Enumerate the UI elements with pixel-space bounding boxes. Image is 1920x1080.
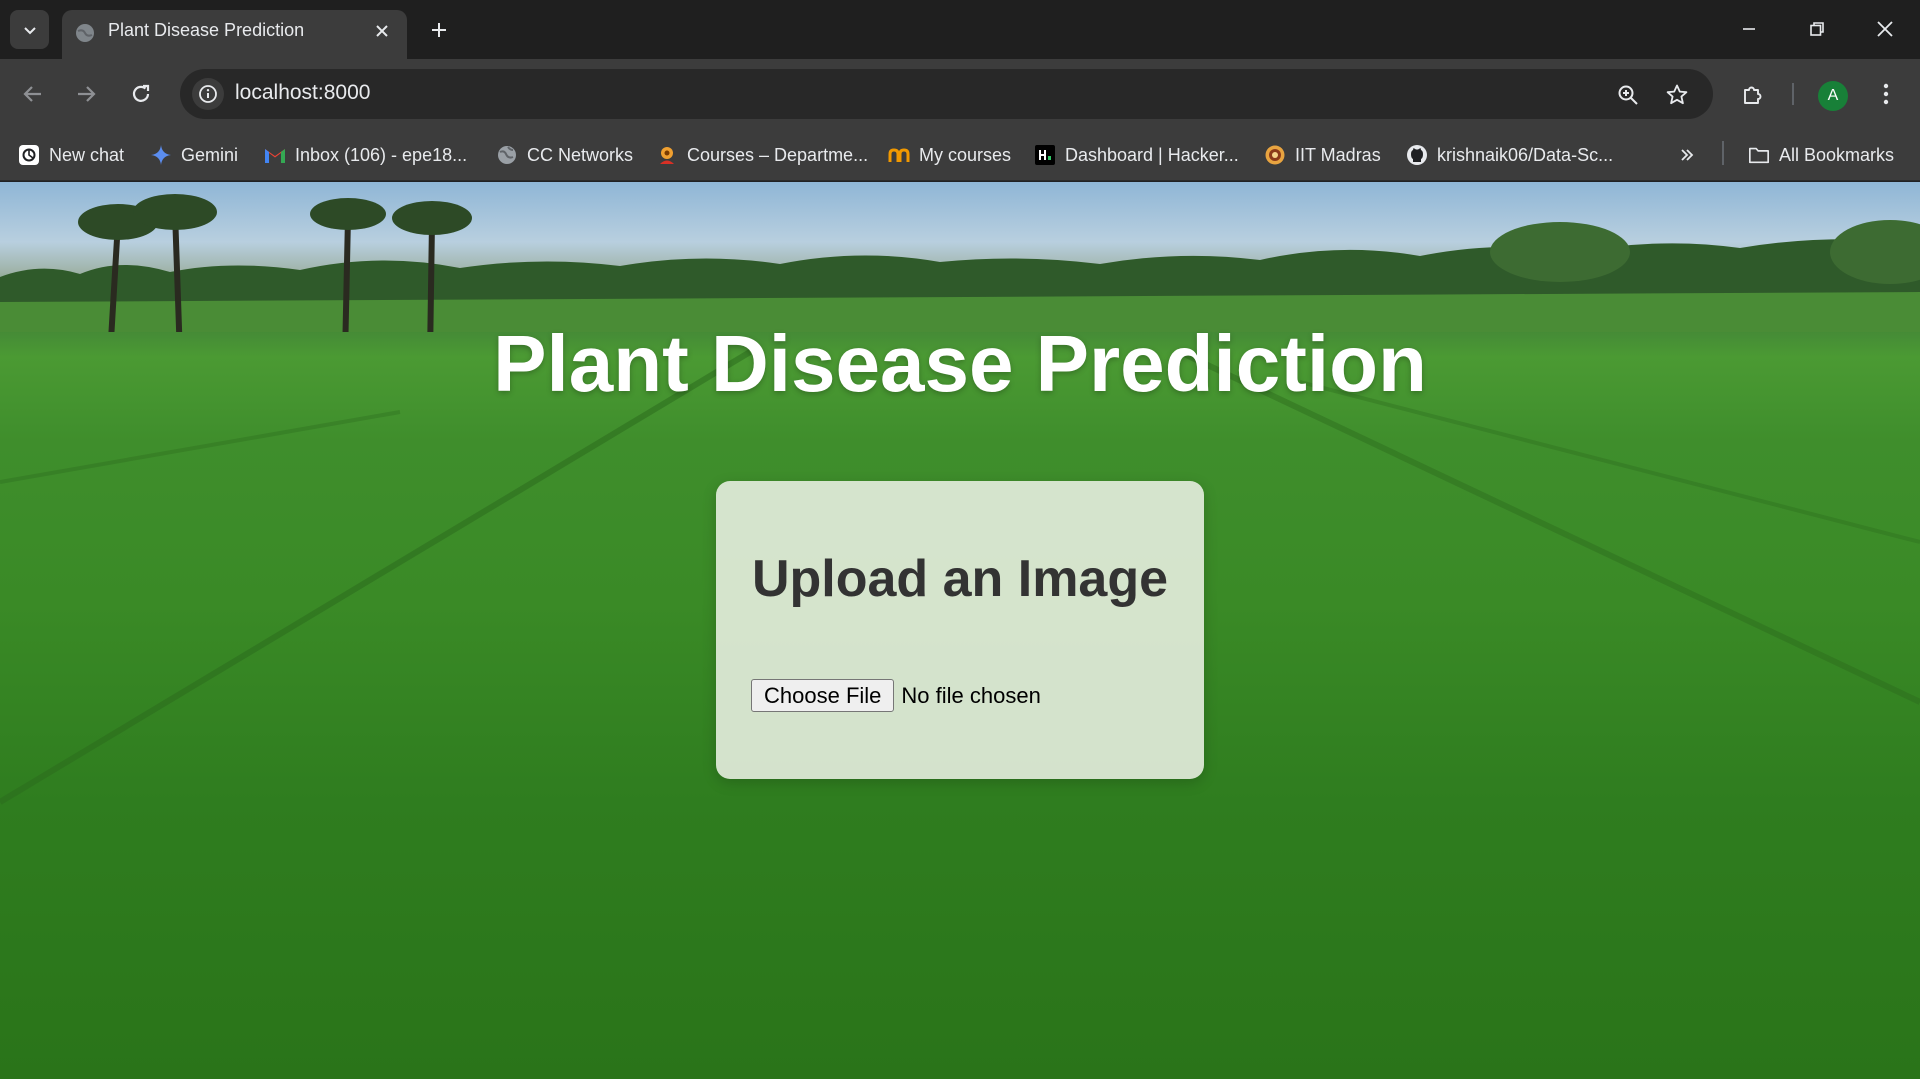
bookmark-hackerrank[interactable]: Dashboard | Hacker... [1034, 139, 1239, 171]
globe-icon [496, 144, 518, 166]
upload-card: Upload an Image Choose File No file chos… [716, 481, 1204, 779]
bookmark-label: Inbox (106) - epe18... [295, 144, 468, 165]
toolbar-divider [1792, 83, 1794, 105]
chevron-down-icon [23, 26, 36, 34]
tab-close-button[interactable] [371, 20, 393, 42]
bookmark-iit-madras[interactable]: IIT Madras [1264, 139, 1381, 171]
bookmark-label: New chat [49, 144, 125, 165]
all-bookmarks-button[interactable]: All Bookmarks [1748, 139, 1894, 171]
bookmark-my-courses[interactable]: My courses [888, 139, 1011, 171]
zoom-button[interactable] [1614, 81, 1642, 109]
file-input[interactable]: Choose File No file chosen [751, 679, 1041, 712]
bookmarks-bar: New chat Gemini Inbox (106) - epe18... C… [0, 129, 1920, 181]
plus-icon [432, 23, 446, 37]
tab-search-button[interactable] [10, 10, 49, 49]
bookmarks-divider [1722, 141, 1724, 165]
bookmark-star-button[interactable] [1663, 81, 1691, 109]
bookmark-github[interactable]: krishnaik06/Data-Sc... [1406, 139, 1613, 171]
bookmark-label: krishnaik06/Data-Sc... [1437, 144, 1614, 165]
browser-toolbar: localhost:8000 A [0, 59, 1920, 129]
bookmark-gmail-inbox[interactable]: Inbox (106) - epe18... [264, 139, 467, 171]
tab-title: Plant Disease Prediction [108, 20, 305, 40]
reload-button[interactable] [122, 75, 160, 113]
forward-button[interactable] [67, 75, 105, 113]
bookmark-label: IIT Madras [1295, 144, 1381, 165]
address-bar[interactable]: localhost:8000 [180, 69, 1713, 119]
file-status-text: No file chosen [901, 682, 1041, 708]
bookmark-label: My courses [919, 144, 1012, 165]
puzzle-icon [1744, 86, 1762, 104]
github-icon [1406, 144, 1428, 166]
tab-strip: Plant Disease Prediction [0, 0, 1920, 59]
menu-button[interactable] [1867, 75, 1905, 113]
kebab-menu-icon [1883, 83, 1889, 105]
restore-button[interactable] [1800, 12, 1834, 46]
mycourses-icon [888, 144, 910, 166]
bookmark-gemini[interactable]: Gemini [150, 139, 238, 171]
zoom-icon [1618, 85, 1638, 105]
chatgpt-icon [18, 144, 40, 166]
bookmark-label: Courses – Departme... [687, 144, 869, 165]
close-icon [1877, 21, 1893, 37]
bookmark-label: CC Networks [527, 144, 634, 165]
profile-avatar[interactable]: A [1818, 81, 1848, 111]
page-viewport: Plant Disease Prediction Upload an Image… [0, 182, 1920, 1080]
site-info-button[interactable] [192, 78, 224, 110]
folder-icon [1748, 144, 1770, 166]
iitm-icon [1264, 144, 1286, 166]
active-tab[interactable]: Plant Disease Prediction [62, 10, 407, 59]
bookmark-courses[interactable]: Courses – Departme... [656, 139, 868, 171]
bookmark-new-chat[interactable]: New chat [18, 139, 124, 171]
all-bookmarks-label: All Bookmarks [1779, 144, 1895, 165]
minimize-icon [1743, 28, 1755, 30]
star-icon [1666, 84, 1688, 105]
info-icon [199, 85, 217, 103]
new-tab-button[interactable] [424, 15, 454, 45]
hackerrank-icon [1034, 144, 1056, 166]
address-url[interactable]: localhost:8000 [235, 81, 370, 105]
close-icon [376, 25, 388, 37]
restore-icon [1810, 22, 1824, 36]
bookmarks-overflow-button[interactable] [1676, 139, 1698, 171]
extensions-button[interactable] [1734, 75, 1772, 113]
bookmark-cc-networks[interactable]: CC Networks [496, 139, 633, 171]
bookmark-label: Dashboard | Hacker... [1065, 144, 1239, 165]
gmail-icon [264, 144, 286, 166]
double-chevron-right-icon [1676, 144, 1698, 166]
arrow-right-icon [78, 86, 96, 102]
upload-heading: Upload an Image [751, 550, 1169, 608]
gemini-icon [150, 144, 172, 166]
reload-icon [132, 84, 150, 102]
choose-file-button[interactable]: Choose File [751, 679, 895, 712]
courses-icon [656, 144, 678, 166]
back-button[interactable] [14, 75, 52, 113]
close-window-button[interactable] [1868, 12, 1902, 46]
bookmark-label: Gemini [181, 144, 239, 165]
arrow-left-icon [23, 86, 41, 102]
globe-icon [76, 24, 94, 42]
minimize-button[interactable] [1732, 12, 1766, 46]
page-title: Plant Disease Prediction [493, 319, 1427, 408]
